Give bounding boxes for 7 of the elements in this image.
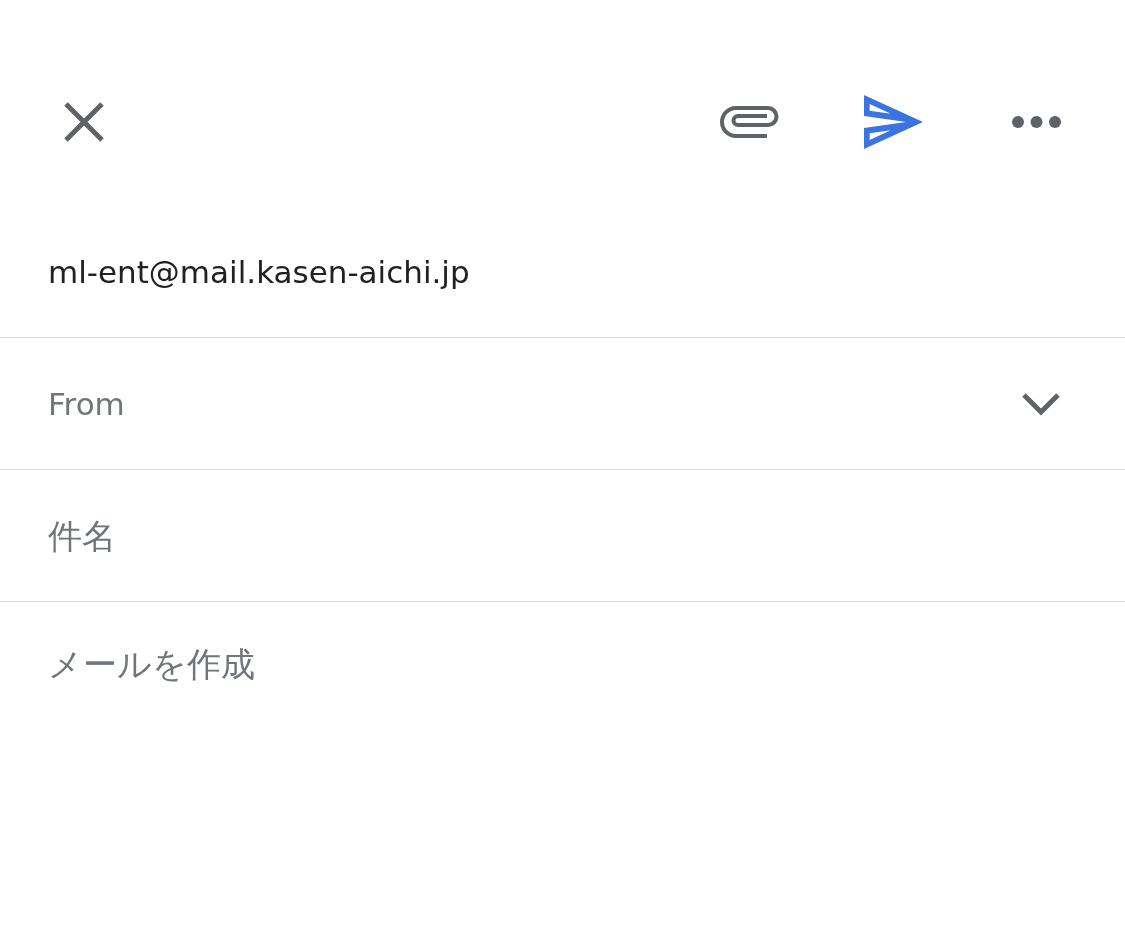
paperclip-icon <box>720 105 780 139</box>
close-icon <box>63 101 105 143</box>
recipient-field[interactable]: ml-ent@mail.kasen-aichi.jp <box>48 247 1077 296</box>
subject-field[interactable]: 件名 <box>48 510 1077 561</box>
from-label: From <box>48 385 125 422</box>
message-body-field[interactable]: メールを作成 <box>0 602 1125 933</box>
more-icon <box>1011 116 1061 128</box>
